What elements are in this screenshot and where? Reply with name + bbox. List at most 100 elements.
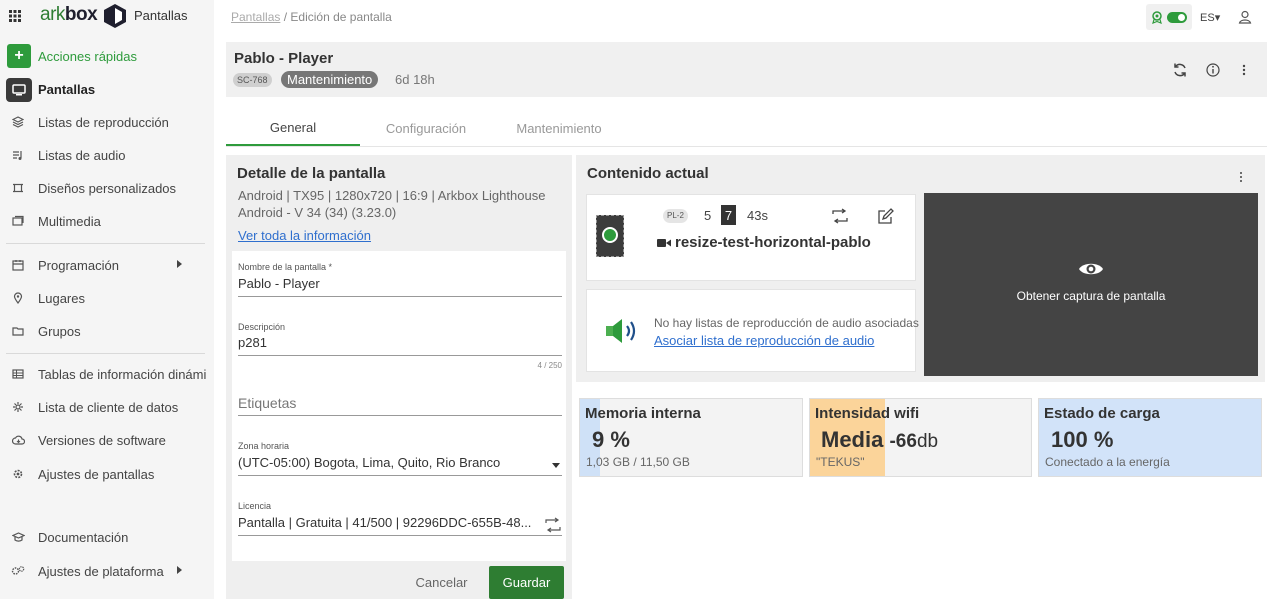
user-icon[interactable] <box>1238 10 1252 24</box>
media-thumbnail[interactable] <box>596 215 624 257</box>
connection-status[interactable] <box>1146 4 1192 30</box>
language-selector[interactable]: ES▾ <box>1200 11 1220 24</box>
folder-icon <box>11 324 25 338</box>
logo-ark-text: ark <box>40 4 65 25</box>
sidebar-item-scheduling[interactable]: Programación <box>0 250 214 280</box>
memory-detail: 1,03 GB / 11,50 GB <box>586 455 690 469</box>
sidebar-item-label: Ajustes de pantallas <box>38 467 155 482</box>
audio-list-icon <box>11 148 25 162</box>
screenshot-label: Obtener captura de pantalla <box>1016 289 1166 303</box>
screenshot-button[interactable]: Obtener captura de pantalla <box>924 193 1258 376</box>
info-icon[interactable] <box>1205 62 1221 78</box>
refresh-icon[interactable] <box>1172 62 1188 78</box>
battery-card: Estado de carga 100 % Conectado a la ene… <box>1038 398 1262 477</box>
hexagon-logo-icon <box>104 4 126 28</box>
sidebar-item-multimedia[interactable]: Multimedia <box>0 206 214 236</box>
arkbox-logo[interactable]: arkbox <box>40 4 98 26</box>
layout-icon <box>11 181 25 195</box>
sidebar-header: arkbox Pantallas <box>0 0 214 32</box>
app-name: Pantallas <box>134 8 188 23</box>
sidebar-item-label: Acciones rápidas <box>38 49 137 64</box>
wifi-signal: -66 <box>889 431 917 452</box>
sidebar-item-documentation[interactable]: Documentación <box>0 522 214 552</box>
cancel-button[interactable]: Cancelar <box>403 566 480 598</box>
audio-playlist-card: No hay listas de reproducción de audio a… <box>586 289 919 372</box>
apps-grid-icon[interactable] <box>9 10 21 22</box>
sidebar-item-software-versions[interactable]: Versiones de software <box>0 425 214 455</box>
status-toggle[interactable] <box>1167 11 1187 23</box>
more-vertical-icon[interactable] <box>1239 170 1243 184</box>
view-all-info-link[interactable]: Ver toda la información <box>238 228 371 243</box>
tab-configuration[interactable]: Configuración <box>360 110 492 146</box>
memory-value: 9 % <box>592 427 630 452</box>
description-field[interactable]: p281 <box>238 335 267 350</box>
video-icon <box>657 239 671 248</box>
screen-detail-panel: Detalle de la pantalla Android | TX95 | … <box>226 155 572 599</box>
wifi-ssid: "TEKUS" <box>816 455 865 469</box>
license-field-label: Licencia <box>238 501 272 511</box>
description-field-label: Descripción <box>238 322 286 332</box>
timezone-field-underline <box>238 475 562 476</box>
sidebar-item-label: Documentación <box>38 530 129 545</box>
tab-maintenance[interactable]: Mantenimiento <box>492 110 626 146</box>
timezone-field-label: Zona horaria <box>238 441 290 451</box>
wifi-quality: Media <box>821 427 884 452</box>
name-field[interactable]: Pablo - Player <box>238 276 320 291</box>
table-icon <box>11 367 25 381</box>
status-badge: Mantenimiento <box>281 71 379 88</box>
battery-title: Estado de carga <box>1044 405 1160 422</box>
eye-icon <box>1079 263 1103 275</box>
sidebar-item-label: Pantallas <box>38 82 96 97</box>
no-audio-text: No hay listas de reproducción de audio a… <box>654 316 919 330</box>
sidebar-item-custom-layouts[interactable]: Diseños personalizados <box>0 173 214 203</box>
monitor-icon <box>6 78 32 102</box>
license-field-underline <box>238 535 562 536</box>
language-code: ES <box>1200 11 1215 24</box>
breadcrumb: Pantallas / Edición de pantalla <box>231 10 392 24</box>
sidebar-item-quick-actions[interactable]: + Acciones rápidas <box>0 41 214 71</box>
sidebar-item-label: Diseños personalizados <box>38 181 177 196</box>
network-status-icon <box>1152 10 1162 24</box>
swap-playlist-icon[interactable] <box>831 208 849 224</box>
sidebar-item-platform-settings[interactable]: Ajustes de plataforma <box>0 556 214 586</box>
media-name: resize-test-horizontal-pablo <box>657 234 871 251</box>
screen-code-badge: SC-768 <box>233 73 272 87</box>
playlist-icon <box>11 115 25 129</box>
sidebar-item-groups[interactable]: Grupos <box>0 316 214 346</box>
screen-header: Pablo - Player SC-768 Mantenimiento 6d 1… <box>226 42 1267 97</box>
save-button[interactable]: Guardar <box>489 566 564 599</box>
chevron-right-icon <box>177 566 182 574</box>
sidebar-item-label: Lista de cliente de datos <box>38 400 179 415</box>
associate-audio-link[interactable]: Asociar lista de reproducción de audio <box>654 333 874 348</box>
more-vertical-icon[interactable] <box>1236 62 1252 78</box>
data-client-icon <box>11 400 25 414</box>
memory-card: Memoria interna 9 % 1,03 GB / 11,50 GB <box>579 398 803 477</box>
memory-title: Memoria interna <box>585 405 701 422</box>
sidebar-item-pantallas[interactable]: Pantallas <box>0 74 214 104</box>
breadcrumb-current: Edición de pantalla <box>290 10 392 24</box>
edit-icon[interactable] <box>877 208 895 224</box>
sidebar-item-audio-lists[interactable]: Listas de audio <box>0 140 214 170</box>
caret-down-icon[interactable] <box>552 463 560 468</box>
battery-detail: Conectado a la energía <box>1045 455 1170 469</box>
tab-general[interactable]: General <box>226 110 360 146</box>
playlist-code-badge: PL-2 <box>663 209 688 223</box>
sidebar-item-dynamic-tables[interactable]: Tablas de información dinámica <box>0 359 214 389</box>
sidebar-item-playlists[interactable]: Listas de reproducción <box>0 107 214 137</box>
software-spec: Android - V 34 (34) (3.23.0) <box>238 205 397 220</box>
license-field: Pantalla | Gratuita | 41/500 | 92296DDC-… <box>238 515 532 530</box>
sidebar-item-screen-settings[interactable]: Ajustes de pantallas <box>0 459 214 489</box>
swap-license-icon[interactable] <box>544 517 562 533</box>
graduation-icon <box>11 530 25 544</box>
timezone-select[interactable]: (UTC-05:00) Bogota, Lima, Quito, Rio Bra… <box>238 455 500 470</box>
gears-icon <box>11 564 25 578</box>
sidebar-item-places[interactable]: Lugares <box>0 283 214 313</box>
breadcrumb-link-pantallas[interactable]: Pantallas <box>231 10 280 24</box>
speaker-icon <box>606 319 636 343</box>
gear-icon <box>11 467 25 481</box>
sidebar-item-data-clients[interactable]: Lista de cliente de datos <box>0 392 214 422</box>
tab-bar: General Configuración Mantenimiento <box>226 110 1267 147</box>
name-field-underline <box>238 296 562 297</box>
cloud-icon <box>11 433 25 447</box>
tags-input[interactable]: Etiquetas <box>238 395 296 411</box>
